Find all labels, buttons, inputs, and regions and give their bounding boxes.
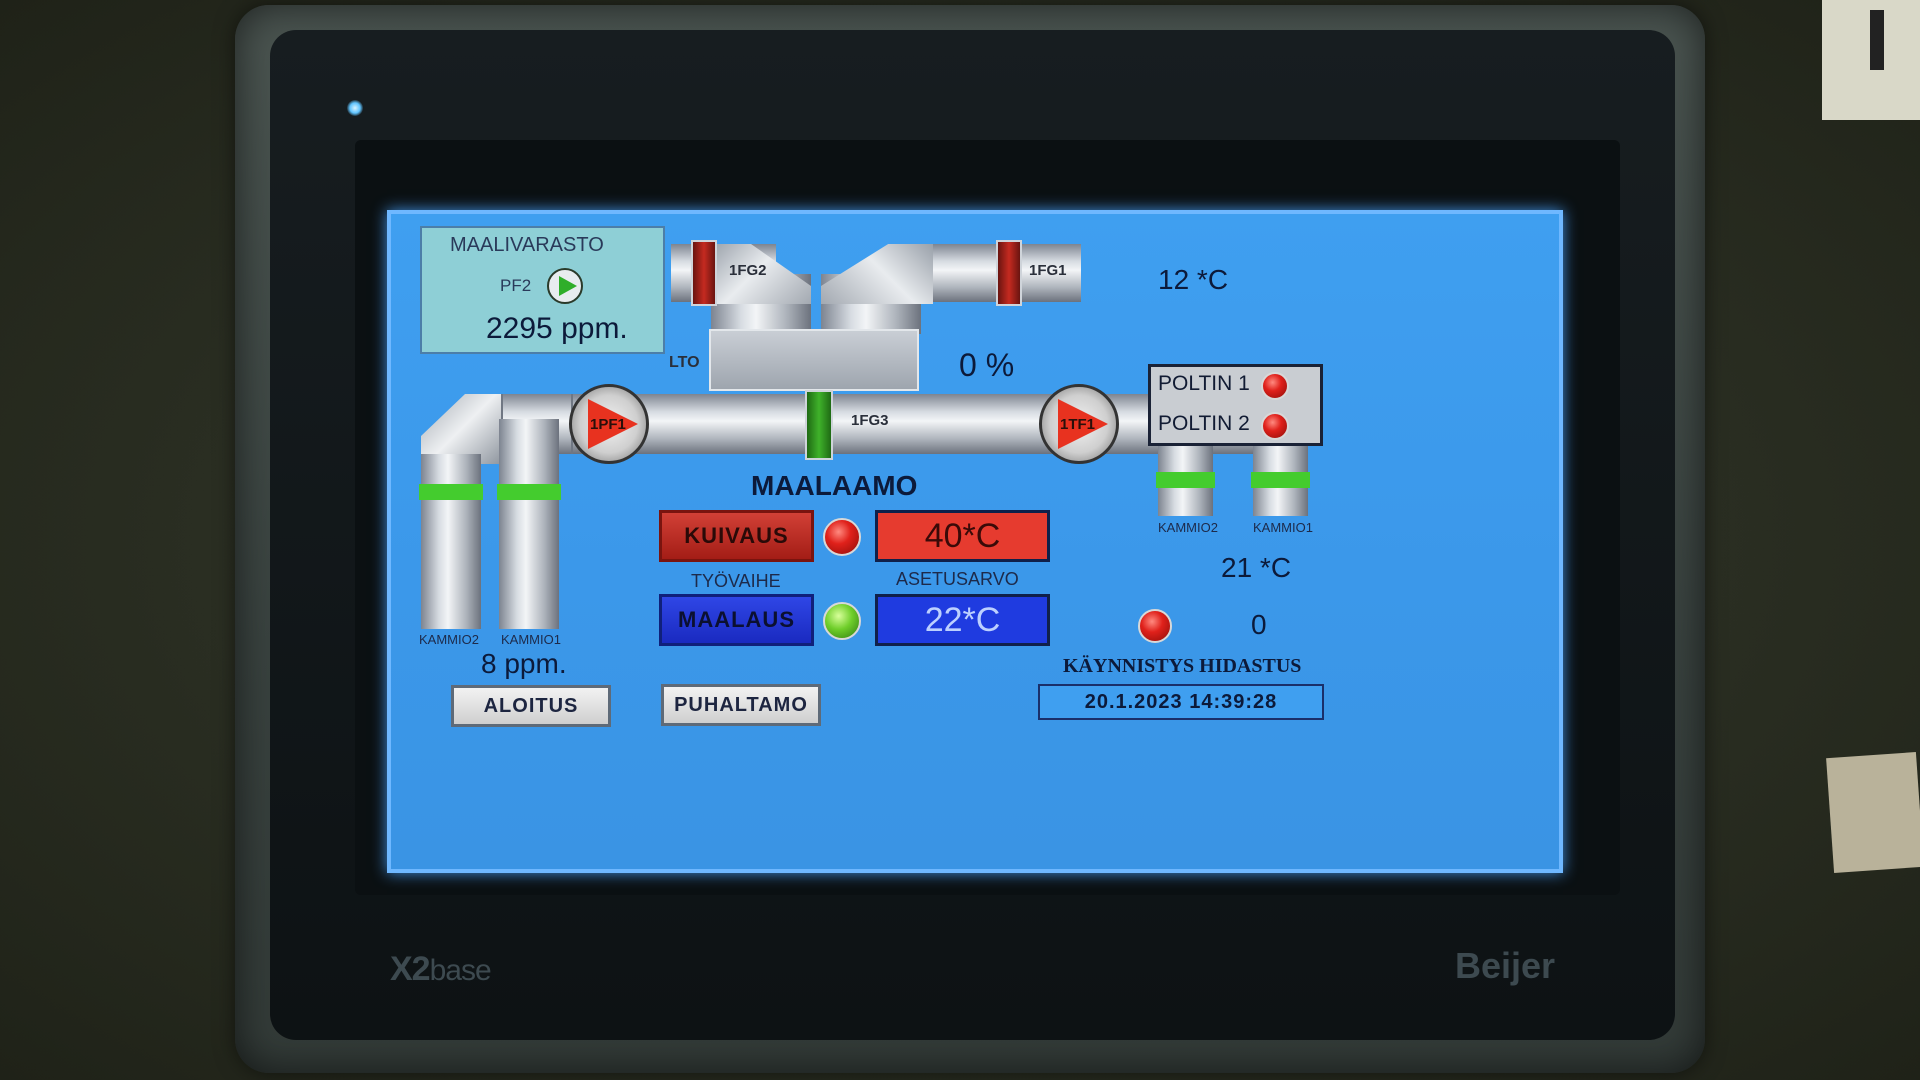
damper-1fg2[interactable]	[691, 240, 717, 306]
lto-heat-recovery-unit[interactable]	[709, 329, 919, 391]
device-maker-label: Beijer	[1455, 945, 1556, 986]
paint-storage-panel[interactable]: MAALIVARASTO PF2 2295 ppm.	[420, 226, 665, 354]
painting-button[interactable]: MAALAUS	[659, 594, 814, 646]
device-model-label: X2base	[390, 950, 492, 988]
duct-kammio2-left	[421, 454, 481, 629]
pump-1pf1-icon[interactable]: 1PF1	[569, 384, 649, 464]
startup-delay-value[interactable]: 0	[1251, 609, 1267, 641]
drying-button[interactable]: KUIVAUS	[659, 510, 814, 562]
startup-delay-status-icon	[1138, 609, 1172, 643]
pump-1tf1-icon[interactable]: 1TF1	[1039, 384, 1119, 464]
outdoor-temp: 12 *C	[1158, 264, 1229, 295]
damper-kammio2-right[interactable]	[1156, 472, 1215, 488]
lto-label: LTO	[669, 354, 700, 371]
chamber-label: KAMMIO2	[419, 632, 479, 647]
left-ppm: 8 ppm.	[481, 648, 567, 679]
room-temp: 21 *C	[1221, 552, 1292, 583]
paint-storage-ppm: 2295 ppm.	[486, 312, 628, 345]
damper-1fg1-label: 1FG1	[1029, 262, 1067, 279]
start-button[interactable]: ALOITUS	[451, 685, 611, 727]
datetime-text: 20.1.2023 14:39:28	[1084, 690, 1278, 713]
chamber-label: KAMMIO2	[1158, 520, 1218, 535]
paint-storage-title: MAALIVARASTO	[450, 234, 604, 256]
startup-delay-label: KÄYNNISTYS HIDASTUS	[1063, 655, 1302, 677]
chamber-label: KAMMIO1	[1253, 520, 1313, 535]
section-title: MAALAAMO	[751, 470, 918, 501]
hmi-screen: MAALIVARASTO PF2 2295 ppm. 1FG2 1FG1 12 …	[387, 210, 1563, 873]
damper-1fg3-label: 1FG3	[851, 412, 889, 429]
wall-paper-note	[1826, 752, 1920, 873]
pf2-label: PF2	[500, 276, 532, 295]
wall-paper-mark	[1870, 10, 1884, 70]
damper-1fg2-label: 1FG2	[729, 262, 767, 279]
burner-1-label: POLTIN 1	[1158, 372, 1250, 395]
damper-kammio2-left[interactable]	[419, 484, 483, 500]
setpoint-header: ASETUSARVO	[896, 569, 1019, 589]
painting-setpoint-field[interactable]: 22*C	[875, 594, 1050, 646]
pf2-pump-icon[interactable]	[547, 268, 583, 304]
drying-status-icon	[823, 518, 861, 556]
damper-1fg1[interactable]	[996, 240, 1022, 306]
burner-2-label: POLTIN 2	[1158, 412, 1250, 435]
burner-2-status-icon	[1261, 412, 1289, 440]
blower-room-button[interactable]: PUHALTAMO	[661, 684, 821, 726]
drying-setpoint-field[interactable]: 40*C	[875, 510, 1050, 562]
phase-header: TYÖVAIHE	[691, 571, 781, 591]
datetime-display: 20.1.2023 14:39:28	[1038, 684, 1324, 720]
burner-1-status-icon	[1261, 372, 1289, 400]
painting-status-icon	[823, 602, 861, 640]
lto-percent: 0 %	[959, 347, 1015, 383]
chamber-label: KAMMIO1	[501, 632, 561, 647]
damper-kammio1-left[interactable]	[497, 484, 561, 500]
damper-kammio1-right[interactable]	[1251, 472, 1310, 488]
damper-1fg3[interactable]	[805, 390, 833, 460]
power-led-icon	[347, 100, 363, 116]
duct-kammio1-left	[499, 419, 559, 629]
